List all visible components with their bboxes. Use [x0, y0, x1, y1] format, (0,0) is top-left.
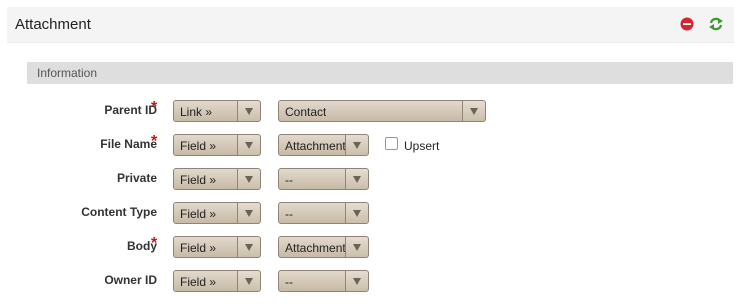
panel-title: Attachment: [15, 16, 91, 33]
mapping-type-value: Field »: [180, 139, 217, 153]
mapping-type-value: Link »: [180, 105, 213, 119]
field-row-private: Private Field » --: [0, 168, 741, 190]
field-label-parent-id: Parent ID: [104, 103, 157, 117]
panel-header: Attachment: [7, 7, 734, 43]
field-row-file-name: File Name * Field » Attachment Upsert: [0, 133, 741, 156]
required-marker: *: [151, 133, 158, 150]
field-label-file-name: File Name: [100, 137, 157, 151]
mapping-type-select[interactable]: Field »: [173, 236, 261, 258]
field-label-private: Private: [116, 171, 157, 185]
refresh-icon[interactable]: [708, 17, 723, 31]
field-row-content-type: Content Type Field » --: [0, 202, 741, 224]
mapping-type-value: Field »: [180, 275, 217, 289]
mapping-value: Attachment: [285, 241, 346, 255]
mapping-value: Attachment: [285, 139, 346, 153]
mapping-type-value: Field »: [180, 241, 217, 255]
chevron-down-icon[interactable]: [462, 101, 485, 121]
mapping-type-select[interactable]: Field »: [173, 168, 261, 190]
mapping-type-select[interactable]: Field »: [173, 202, 261, 224]
field-row-owner-id: Owner ID Field » --: [0, 270, 741, 292]
mapping-value-select[interactable]: --: [278, 168, 369, 190]
mapping-value: Contact: [285, 105, 327, 119]
section-header-information: Information: [27, 62, 733, 84]
upsert-label: Upsert: [404, 139, 440, 153]
mapping-value-select[interactable]: Contact: [278, 100, 486, 122]
chevron-down-icon[interactable]: [345, 169, 368, 189]
mapping-value-select[interactable]: --: [278, 202, 369, 224]
chevron-down-icon[interactable]: [237, 101, 260, 121]
chevron-down-icon[interactable]: [345, 203, 368, 223]
mapping-value: --: [285, 173, 293, 187]
mapping-value: --: [285, 275, 293, 289]
chevron-down-icon[interactable]: [345, 237, 368, 257]
field-label-owner-id: Owner ID: [104, 273, 157, 287]
section-title: Information: [37, 66, 98, 80]
chevron-down-icon[interactable]: [345, 271, 368, 291]
field-row-body: Body * Field » Attachment: [0, 235, 741, 258]
field-label-content-type: Content Type: [81, 205, 157, 219]
mapping-value-select[interactable]: --: [278, 270, 369, 292]
mapping-value-select[interactable]: Attachment: [278, 134, 369, 156]
chevron-down-icon[interactable]: [237, 237, 260, 257]
chevron-down-icon[interactable]: [237, 135, 260, 155]
chevron-down-icon[interactable]: [237, 203, 260, 223]
mapping-value-select[interactable]: Attachment: [278, 236, 369, 258]
field-row-parent-id: Parent ID * Link » Contact: [0, 99, 741, 122]
mapping-type-value: Field »: [180, 207, 217, 221]
upsert-checkbox[interactable]: [385, 137, 398, 150]
required-marker: *: [151, 235, 158, 252]
remove-icon[interactable]: [680, 17, 694, 31]
chevron-down-icon[interactable]: [237, 169, 260, 189]
chevron-down-icon[interactable]: [345, 135, 368, 155]
mapping-value: --: [285, 207, 293, 221]
mapping-type-value: Field »: [180, 173, 217, 187]
mapping-type-select[interactable]: Link »: [173, 100, 261, 122]
required-marker: *: [151, 99, 158, 116]
mapping-type-select[interactable]: Field »: [173, 270, 261, 292]
chevron-down-icon[interactable]: [237, 271, 260, 291]
mapping-type-select[interactable]: Field »: [173, 134, 261, 156]
